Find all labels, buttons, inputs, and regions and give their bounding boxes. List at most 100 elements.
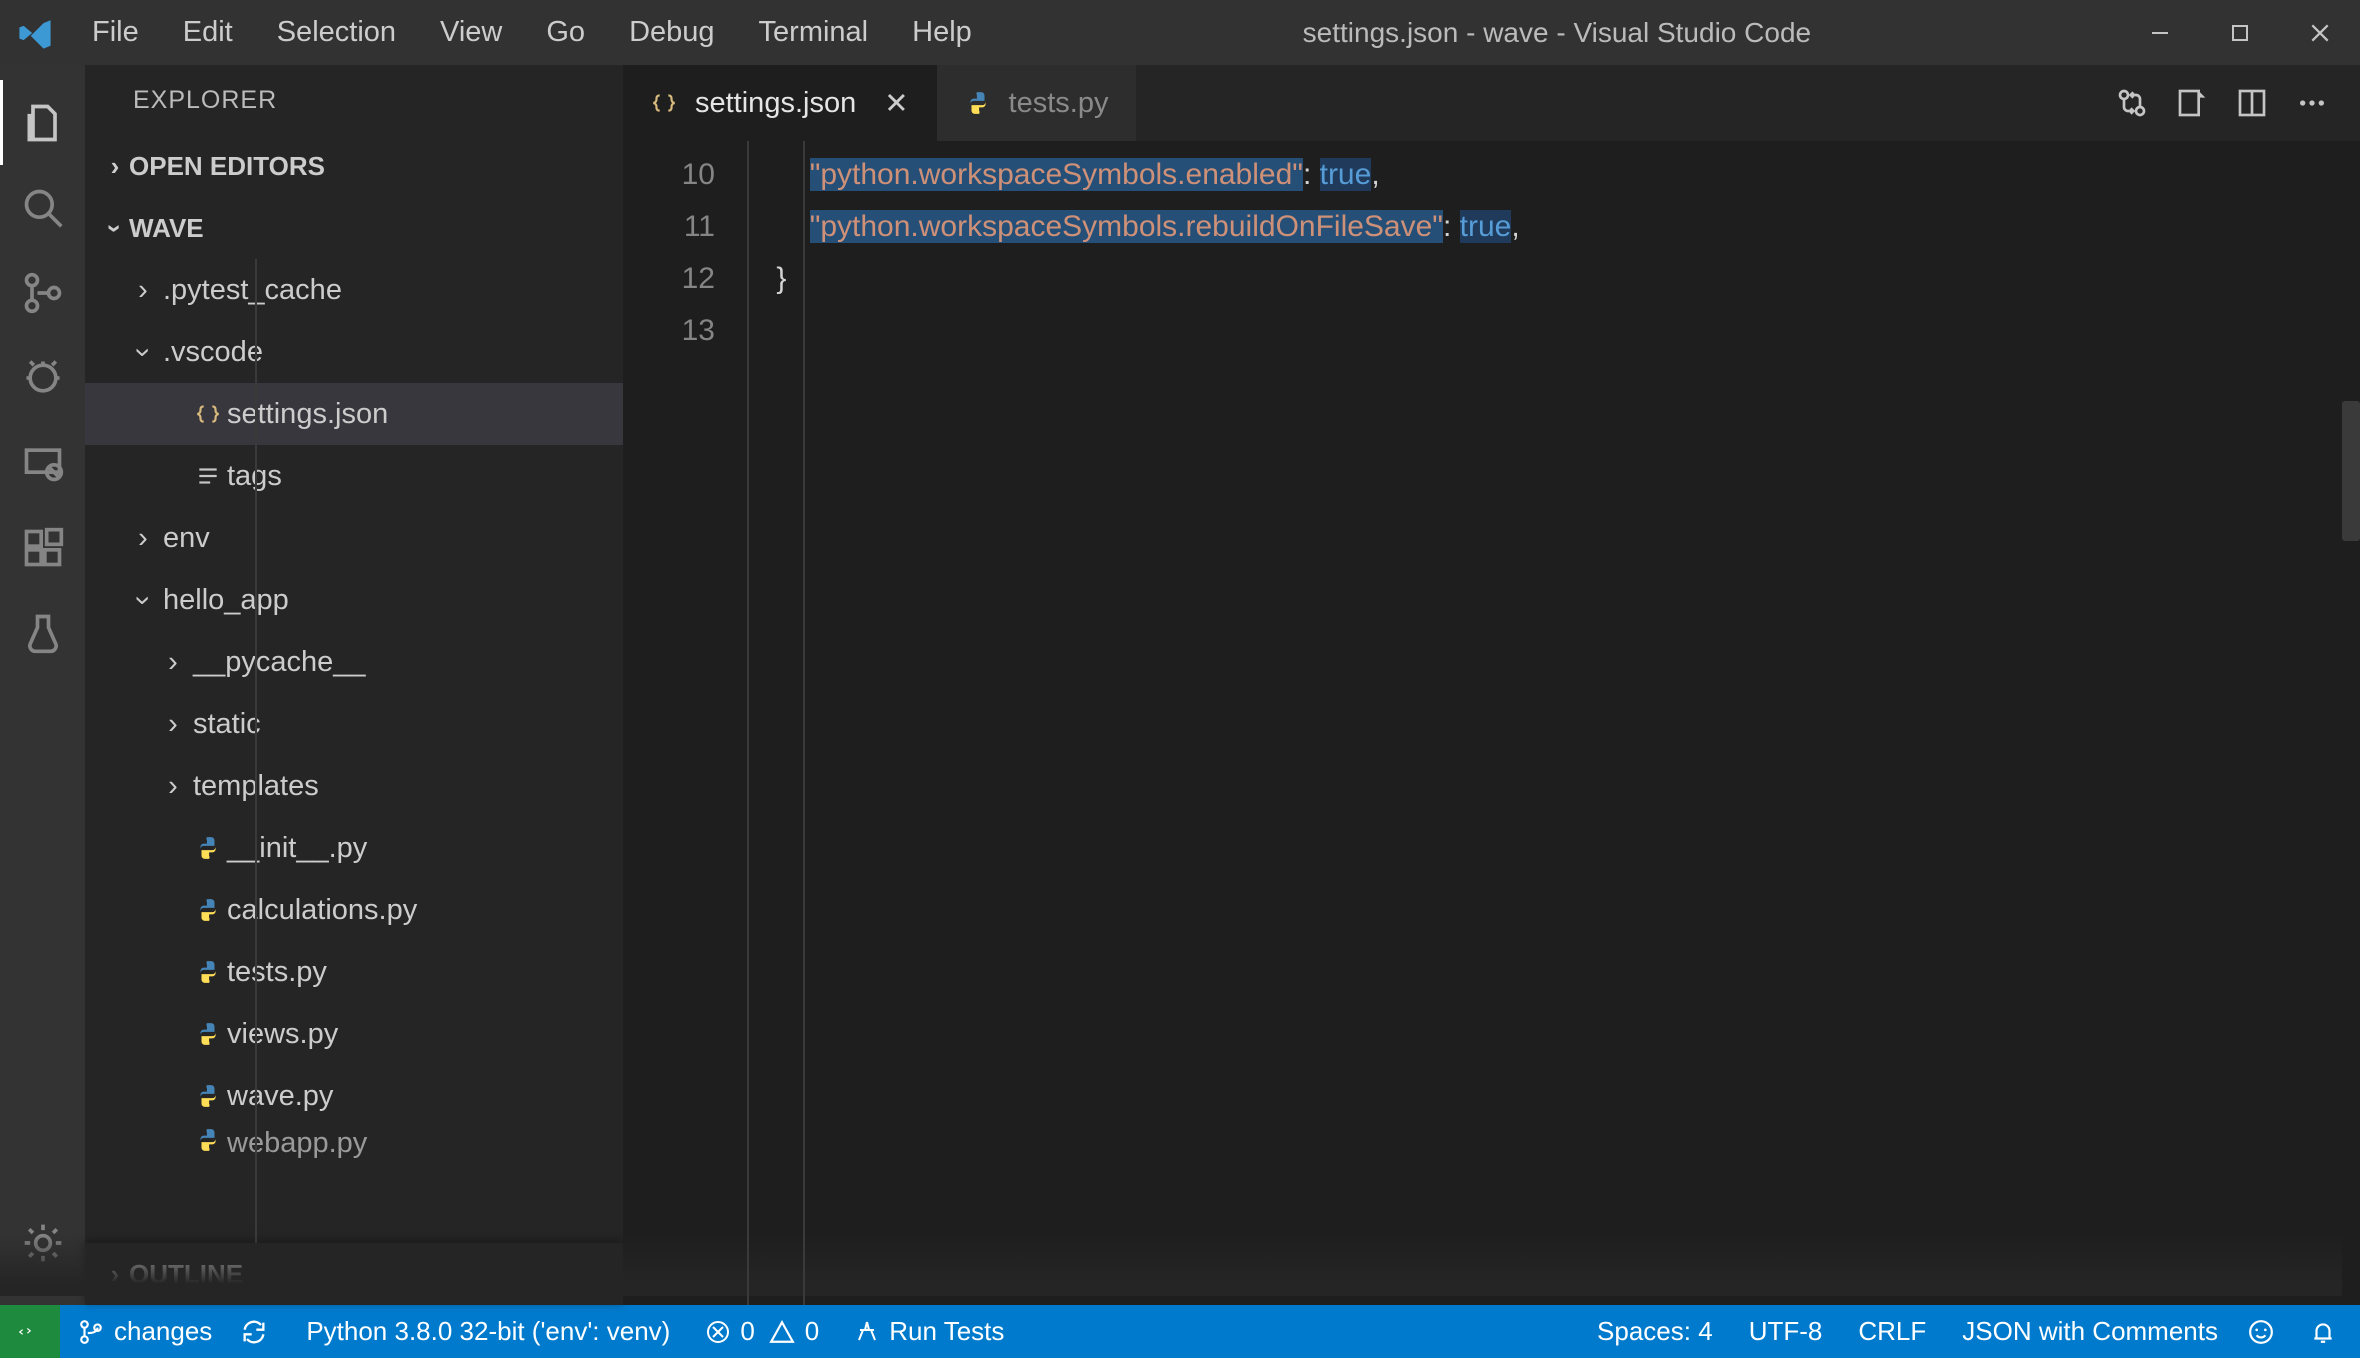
file-calculations-py[interactable]: calculations.py <box>85 879 623 941</box>
status-python-label: Python 3.8.0 32-bit ('env': venv) <box>306 1316 670 1347</box>
code-editor[interactable]: 10111213 "python.workspaceSymbols.enable… <box>623 141 2360 1305</box>
tree-item-label: templates <box>191 770 319 803</box>
activity-settings[interactable] <box>0 1220 85 1305</box>
tab-tests-py[interactable]: tests.py <box>937 65 1137 141</box>
tree-item-label: static <box>191 708 261 741</box>
tree-item-label: wave.py <box>225 1080 333 1113</box>
file-views-py[interactable]: views.py <box>85 1003 623 1065</box>
json-file-icon <box>191 401 225 427</box>
folder-templates[interactable]: ›templates <box>85 755 623 817</box>
more-actions-icon[interactable] <box>2282 65 2342 141</box>
folder-hello-app[interactable]: ›hello_app <box>85 569 623 631</box>
tab-close-icon[interactable]: ✕ <box>884 86 908 121</box>
menu-help[interactable]: Help <box>890 16 994 49</box>
status-warnings-count: 0 <box>805 1316 819 1347</box>
minimap[interactable] <box>2342 141 2360 1305</box>
tree-item-label: tests.py <box>225 956 327 989</box>
window-minimize-button[interactable] <box>2120 0 2200 65</box>
file-settings-json[interactable]: settings.json <box>85 383 623 445</box>
section-open-editors-label: OPEN EDITORS <box>129 151 325 182</box>
activity-extensions[interactable] <box>0 505 85 590</box>
python-file-icon <box>191 897 225 923</box>
activity-testing[interactable] <box>0 590 85 675</box>
file-webapp-py[interactable]: webapp.py <box>85 1127 623 1167</box>
window-title: settings.json - wave - Visual Studio Cod… <box>994 17 2120 49</box>
chevron-down-icon: › <box>100 214 131 242</box>
activity-debug[interactable] <box>0 335 85 420</box>
status-problems[interactable]: 0 0 <box>688 1305 837 1358</box>
tree-item-label: __pycache__ <box>191 646 366 679</box>
activity-source-control[interactable] <box>0 250 85 335</box>
python-file-icon <box>191 1083 225 1109</box>
open-preview-icon[interactable] <box>2162 65 2222 141</box>
folder-static[interactable]: ›static <box>85 693 623 755</box>
folder-env[interactable]: ›env <box>85 507 623 569</box>
title-bar: FileEditSelectionViewGoDebugTerminalHelp… <box>0 0 2360 65</box>
line-number-gutter: 10111213 <box>623 141 743 1305</box>
main-menu: FileEditSelectionViewGoDebugTerminalHelp <box>70 16 994 49</box>
section-outline[interactable]: › OUTLINE <box>85 1243 623 1305</box>
section-workspace[interactable]: › WAVE <box>85 197 623 259</box>
status-language-label: JSON with Comments <box>1962 1316 2218 1347</box>
menu-go[interactable]: Go <box>524 16 607 49</box>
status-spaces-label: Spaces: 4 <box>1597 1316 1713 1347</box>
minimap-thumb[interactable] <box>2342 401 2360 541</box>
folder--vscode[interactable]: ›.vscode <box>85 321 623 383</box>
line-number: 11 <box>623 201 715 253</box>
status-sync[interactable] <box>230 1305 288 1358</box>
activity-explorer[interactable] <box>0 80 85 165</box>
tab-label: settings.json <box>695 87 856 120</box>
code-line: "python.workspaceSymbols.rebuildOnFileSa… <box>743 201 2342 253</box>
menu-edit[interactable]: Edit <box>161 16 255 49</box>
tree-item-label: __init__.py <box>225 832 367 865</box>
file-wave-py[interactable]: wave.py <box>85 1065 623 1127</box>
line-number: 13 <box>623 305 715 357</box>
chevron-down-icon: › <box>127 582 160 618</box>
split-editor-icon[interactable] <box>2222 65 2282 141</box>
tab-label: tests.py <box>1009 87 1109 120</box>
menu-selection[interactable]: Selection <box>255 16 418 49</box>
tab-bar: settings.json ✕ tests.py <box>623 65 2360 141</box>
code-content[interactable]: "python.workspaceSymbols.enabled": true,… <box>743 141 2342 1305</box>
status-eol-label: CRLF <box>1858 1316 1926 1347</box>
status-feedback[interactable] <box>2236 1305 2296 1358</box>
sidebar-title: EXPLORER <box>85 65 623 135</box>
activity-remote[interactable] <box>0 420 85 505</box>
menu-debug[interactable]: Debug <box>607 16 736 49</box>
file--init-py[interactable]: __init__.py <box>85 817 623 879</box>
status-branch[interactable]: changes <box>60 1305 230 1358</box>
section-workspace-label: WAVE <box>129 213 204 244</box>
window-close-button[interactable] <box>2280 0 2360 65</box>
status-errors-count: 0 <box>740 1316 754 1347</box>
activity-bar <box>0 65 85 1305</box>
chevron-right-icon: › <box>101 151 129 182</box>
status-encoding[interactable]: UTF-8 <box>1731 1305 1841 1358</box>
file-tags[interactable]: tags <box>85 445 623 507</box>
python-file-icon <box>191 959 225 985</box>
status-eol[interactable]: CRLF <box>1840 1305 1944 1358</box>
status-branch-label: changes <box>114 1316 212 1347</box>
status-python[interactable]: Python 3.8.0 32-bit ('env': venv) <box>288 1305 688 1358</box>
folder--pycache-[interactable]: ›__pycache__ <box>85 631 623 693</box>
chevron-down-icon: › <box>127 334 160 370</box>
python-file-icon <box>191 1021 225 1047</box>
chevron-right-icon: › <box>155 708 191 741</box>
menu-view[interactable]: View <box>418 16 524 49</box>
code-line: "python.workspaceSymbols.enabled": true, <box>743 149 2342 201</box>
status-run-tests[interactable]: Run Tests <box>837 1305 1022 1358</box>
status-notifications[interactable] <box>2296 1305 2360 1358</box>
menu-terminal[interactable]: Terminal <box>737 16 891 49</box>
activity-search[interactable] <box>0 165 85 250</box>
tree-item-label: calculations.py <box>225 894 417 927</box>
git-compare-icon[interactable] <box>2102 65 2162 141</box>
status-spaces[interactable]: Spaces: 4 <box>1579 1305 1731 1358</box>
tab-settings-json[interactable]: settings.json ✕ <box>623 65 937 141</box>
menu-file[interactable]: File <box>70 16 161 49</box>
status-remote[interactable] <box>0 1305 60 1358</box>
section-open-editors[interactable]: › OPEN EDITORS <box>85 135 623 197</box>
folder--pytest-cache[interactable]: ›.pytest_cache <box>85 259 623 321</box>
tree-item-label: .pytest_cache <box>161 274 342 307</box>
file-tests-py[interactable]: tests.py <box>85 941 623 1003</box>
window-maximize-button[interactable] <box>2200 0 2280 65</box>
status-language[interactable]: JSON with Comments <box>1944 1305 2236 1358</box>
